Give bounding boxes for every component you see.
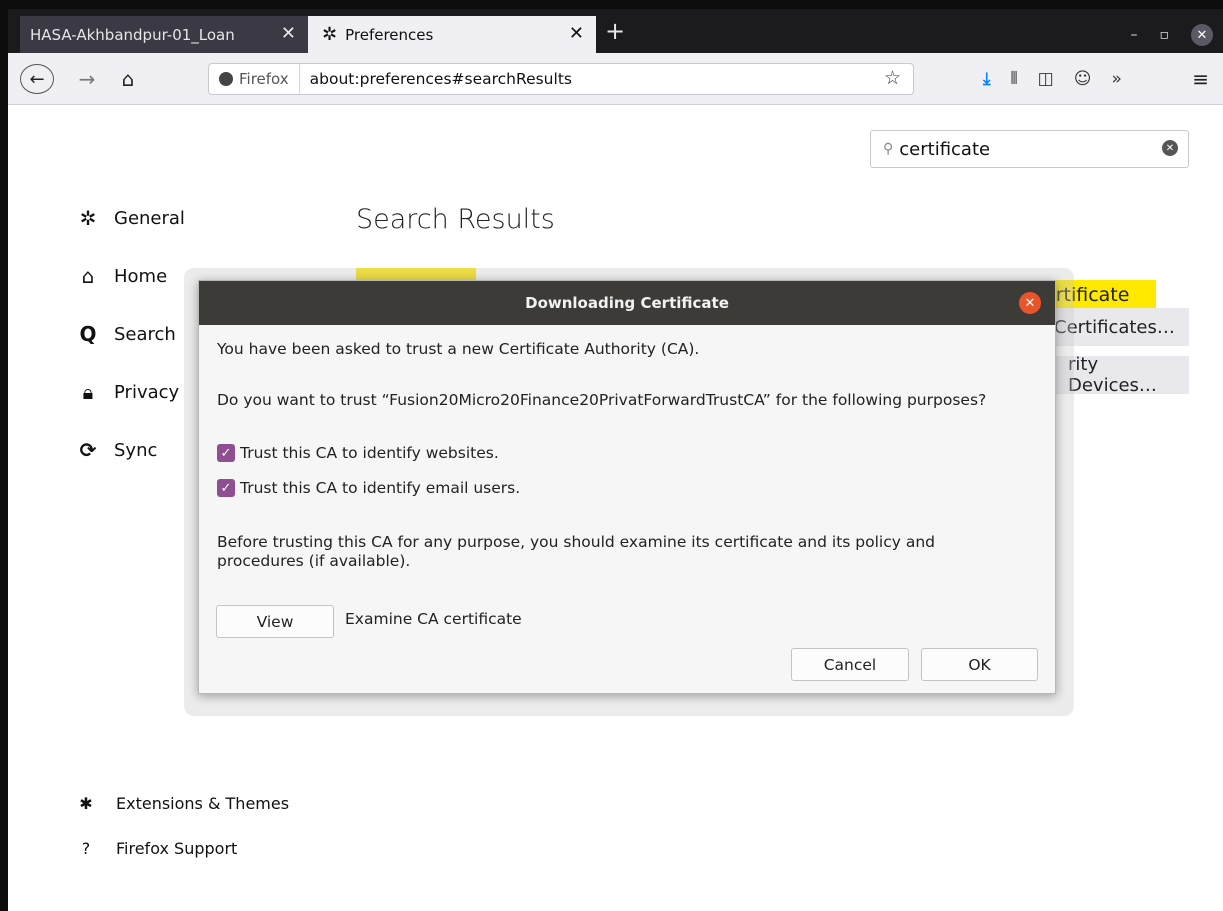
category-label: Sync <box>114 439 158 461</box>
back-button[interactable]: ← <box>20 64 54 94</box>
home-icon: ⌂ <box>81 264 95 288</box>
tab-preferences[interactable]: ✲ Preferences ✕ <box>308 16 596 53</box>
view-description: Examine CA certificate <box>345 610 522 628</box>
dialog-title: Downloading Certificate <box>199 281 1055 325</box>
help-icon: ? <box>81 839 91 858</box>
search-value: certificate <box>899 138 991 160</box>
category-general[interactable]: ✲ General <box>76 206 185 230</box>
url-text[interactable]: about:preferences#searchResults <box>300 70 572 88</box>
checkbox-label: Trust this CA to identify email users. <box>240 479 521 497</box>
window-controls: – ▫ ✕ <box>1131 24 1213 46</box>
sync-icon: ⟳ <box>79 438 97 462</box>
dialog-advice-text: Before trusting this CA for any purpose,… <box>217 533 936 570</box>
url-bar[interactable]: Firefox about:preferences#searchResults … <box>208 63 914 95</box>
account-icon[interactable]: ☺ <box>1074 69 1092 89</box>
window-close-button[interactable]: ✕ <box>1191 24 1213 46</box>
browser-window: HASA-Akhbandpur-01_Loan ✕ ✲ Preferences … <box>0 0 1223 911</box>
category-label: Home <box>114 265 168 287</box>
category-label: Privacy <box>114 381 180 403</box>
dialog-close-icon[interactable]: ✕ <box>1019 292 1041 314</box>
tab-strip: HASA-Akhbandpur-01_Loan ✕ ✲ Preferences … <box>8 0 1223 53</box>
category-search[interactable]: Q Search <box>76 322 176 346</box>
footer-label: Extensions & Themes <box>116 794 290 813</box>
identity-label: Firefox <box>239 70 289 88</box>
page-title: Search Results <box>356 204 555 235</box>
category-home[interactable]: ⌂ Home <box>76 264 168 288</box>
tab-title: Preferences <box>345 25 434 44</box>
lock-icon: 🔒︎ <box>82 380 94 404</box>
checkbox-label: Trust this CA to identify websites. <box>240 444 499 462</box>
sidebar-icon[interactable]: ◫ <box>1038 69 1054 89</box>
search-icon: Q <box>79 322 97 346</box>
identity-box[interactable]: Firefox <box>209 64 300 94</box>
dialog-intro-text: You have been asked to trust a new Certi… <box>217 340 700 358</box>
view-button[interactable]: View <box>216 605 334 638</box>
cancel-button[interactable]: Cancel <box>791 648 909 681</box>
toolbar-icons: ⤓ ⫴ ◫ ☺ » <box>983 69 1122 89</box>
ok-button[interactable]: OK <box>921 648 1038 681</box>
gear-icon: ✲ <box>79 206 97 230</box>
checkbox-checked-icon[interactable]: ✓ <box>217 479 235 497</box>
category-sync[interactable]: ⟳ Sync <box>76 438 158 462</box>
tab-loan[interactable]: HASA-Akhbandpur-01_Loan ✕ <box>20 16 308 53</box>
preferences-search-input[interactable]: ⚲ certificate ✕ <box>870 130 1189 168</box>
bookmark-star-icon[interactable]: ☆ <box>884 67 901 89</box>
restore-button[interactable]: ▫ <box>1160 27 1170 43</box>
firefox-icon <box>219 72 233 86</box>
minimize-button[interactable]: – <box>1131 27 1138 43</box>
category-privacy[interactable]: 🔒︎ Privacy <box>76 380 180 404</box>
close-tab-icon[interactable]: ✕ <box>569 23 584 44</box>
checkbox-checked-icon[interactable]: ✓ <box>217 444 235 462</box>
close-tab-icon[interactable]: ✕ <box>281 23 296 44</box>
gear-icon: ✲ <box>322 24 338 45</box>
puzzle-icon: ✱ <box>79 794 93 813</box>
home-button[interactable]: ⌂ <box>114 64 142 94</box>
category-label: Search <box>114 323 176 345</box>
library-icon[interactable]: ⫴ <box>1011 69 1018 89</box>
category-label: General <box>114 207 185 229</box>
hamburger-menu-icon[interactable]: ≡ <box>1192 67 1209 91</box>
dialog-question-text: Do you want to trust “Fusion20Micro20Fin… <box>217 391 987 409</box>
new-tab-button[interactable]: + <box>605 17 625 45</box>
extensions-themes-link[interactable]: ✱ Extensions & Themes <box>76 794 289 813</box>
footer-label: Firefox Support <box>116 839 238 858</box>
overflow-icon[interactable]: » <box>1111 69 1121 89</box>
tab-title: HASA-Akhbandpur-01_Loan <box>30 25 235 44</box>
forward-button[interactable]: → <box>74 64 100 94</box>
download-icon[interactable]: ⤓ <box>983 69 991 89</box>
firefox-support-link[interactable]: ? Firefox Support <box>76 839 238 858</box>
clear-search-icon[interactable]: ✕ <box>1162 140 1178 156</box>
window-frame-top <box>8 0 1223 9</box>
search-icon: ⚲ <box>883 141 894 157</box>
navigation-toolbar: ← → ⌂ Firefox about:preferences#searchRe… <box>8 53 1223 105</box>
trust-websites-checkbox[interactable]: ✓ Trust this CA to identify websites. <box>217 444 499 462</box>
trust-email-checkbox[interactable]: ✓ Trust this CA to identify email users. <box>217 479 520 497</box>
downloading-certificate-dialog: Downloading Certificate ✕ You have been … <box>198 280 1056 694</box>
